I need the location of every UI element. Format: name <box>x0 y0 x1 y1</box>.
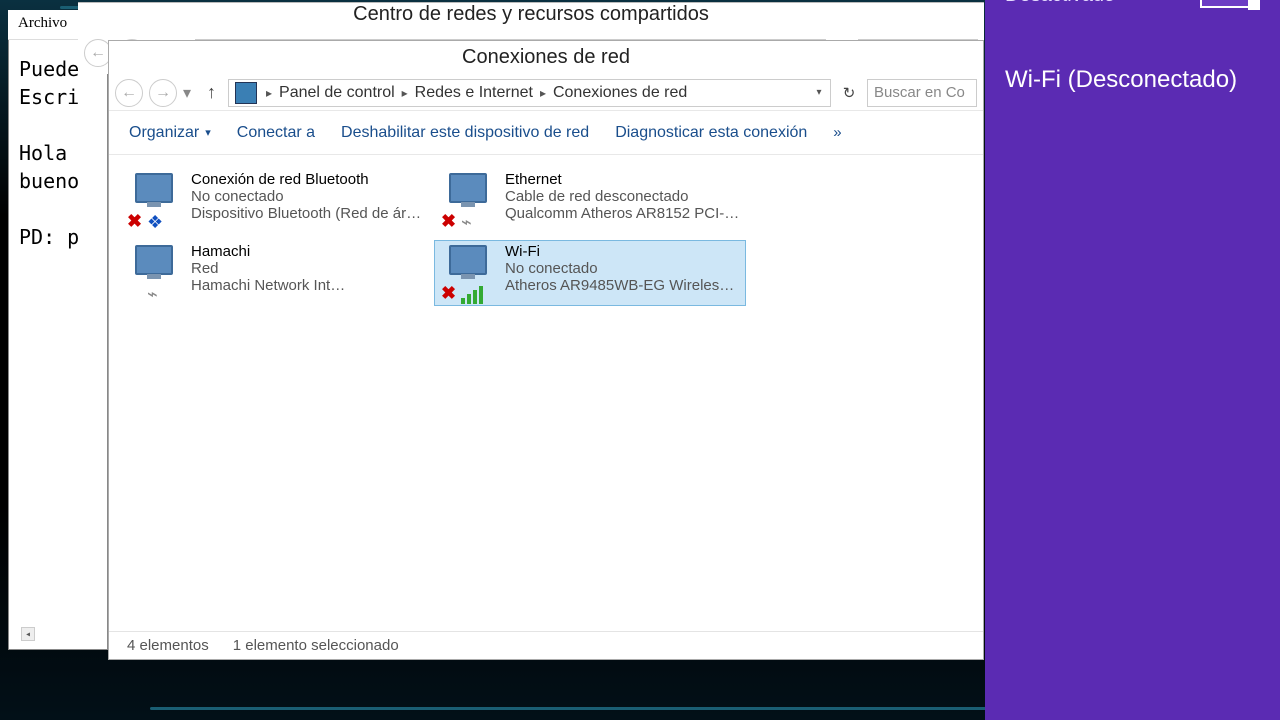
window-title: Conexiones de red <box>109 41 983 75</box>
status-bar: 4 elementos 1 elemento seleccionado <box>109 631 983 659</box>
connection-item[interactable]: ⌁ HamachiRedHamachi Network Int… <box>121 241 431 305</box>
connection-status: No conectado <box>505 260 741 277</box>
connect-to-button[interactable]: Conectar a <box>237 124 315 142</box>
connection-item[interactable]: ✖⌁ EthernetCable de red desconectadoQualc… <box>435 169 745 233</box>
connection-name: Ethernet <box>505 171 741 188</box>
connection-item[interactable]: ✖ Wi-FiNo conectadoAtheros AR9485WB-EG Wi… <box>435 241 745 305</box>
airplane-mode-toggle[interactable] <box>1200 0 1260 8</box>
breadcrumb[interactable]: Panel de control <box>279 84 395 102</box>
ethernet-icon: ⌁ <box>147 284 175 304</box>
command-bar: Organizar ▾ Conectar a Deshabilitar este… <box>109 111 983 155</box>
connection-device: Hamachi Network Int… <box>191 277 427 294</box>
search-input[interactable]: Buscar en Co <box>867 79 977 107</box>
adapter-icon: ✖⌁ <box>439 171 495 231</box>
address-bar[interactable]: Panel de control Redes e Internet Conexi… <box>228 79 831 107</box>
connection-device: Dispositivo Bluetooth (Red de áre… <box>191 205 427 222</box>
address-dropdown[interactable]: ▾ <box>812 87 826 98</box>
connection-name: Hamachi <box>191 243 427 260</box>
chevron-right-icon[interactable] <box>537 86 549 100</box>
control-panel-icon <box>235 82 257 104</box>
connection-name: Wi-Fi <box>505 243 741 260</box>
wifi-bars-icon <box>461 284 489 304</box>
history-dropdown[interactable]: ▾ <box>183 83 191 103</box>
refresh-button[interactable]: ↻ <box>837 81 861 105</box>
error-icon: ✖ <box>441 211 459 229</box>
network-connections-window[interactable]: Conexiones de red ← → ▾ ↑ Panel de contr… <box>108 40 984 660</box>
overflow-button[interactable]: » <box>833 124 841 141</box>
disable-device-button[interactable]: Deshabilitar este dispositivo de red <box>341 124 589 142</box>
error-icon: ✖ <box>441 283 459 301</box>
wifi-section-header[interactable]: Wi-Fi (Desconectado) <box>1005 66 1260 94</box>
networks-charm-panel[interactable]: Desactivado Wi-Fi (Desconectado) <box>985 0 1280 720</box>
adapter-icon: ✖❖ <box>125 171 181 231</box>
chevron-down-icon: ▾ <box>205 126 211 139</box>
scroll-left-button[interactable]: ◂ <box>21 627 35 641</box>
back-button[interactable]: ← <box>115 79 143 107</box>
organize-label: Organizar <box>129 124 199 142</box>
connection-status: Red <box>191 260 427 277</box>
item-count: 4 elementos <box>127 637 209 654</box>
diagnose-connection-button[interactable]: Diagnosticar esta conexión <box>615 124 807 142</box>
adapter-icon: ✖ <box>439 243 495 303</box>
window-title: Centro de redes y recursos compartidos <box>78 3 984 35</box>
bluetooth-icon: ❖ <box>147 212 175 232</box>
connection-name: Conexión de red Bluetooth <box>191 171 427 188</box>
up-button[interactable]: ↑ <box>207 82 216 103</box>
connection-device: Qualcomm Atheros AR8152 PCI-E… <box>505 205 741 222</box>
adapter-icon: ⌁ <box>125 243 181 303</box>
connection-item[interactable]: ✖❖ Conexión de red BluetoothNo conectadoD… <box>121 169 431 233</box>
menu-file[interactable]: Archivo <box>18 15 67 34</box>
forward-button[interactable]: → <box>149 79 177 107</box>
breadcrumb[interactable]: Redes e Internet <box>415 84 533 102</box>
connection-device: Atheros AR9485WB-EG Wireless N… <box>505 277 741 294</box>
organize-menu[interactable]: Organizar ▾ <box>129 124 211 142</box>
decor-line <box>150 707 1050 710</box>
airplane-mode-state: Desactivado <box>1005 0 1115 7</box>
connection-list: ✖❖Conexión de red BluetoothNo conectadoD… <box>109 155 983 631</box>
breadcrumb[interactable]: Conexiones de red <box>553 84 687 102</box>
selection-count: 1 elemento seleccionado <box>233 637 399 654</box>
ethernet-icon: ⌁ <box>461 212 489 232</box>
chevron-right-icon[interactable] <box>399 86 411 100</box>
connection-status: No conectado <box>191 188 427 205</box>
error-icon: ✖ <box>127 211 145 229</box>
chevron-right-icon[interactable] <box>263 86 275 100</box>
connection-status: Cable de red desconectado <box>505 188 741 205</box>
notepad-window[interactable]: Archivo Edición Formato Ver Ayuda Puede … <box>8 10 108 650</box>
